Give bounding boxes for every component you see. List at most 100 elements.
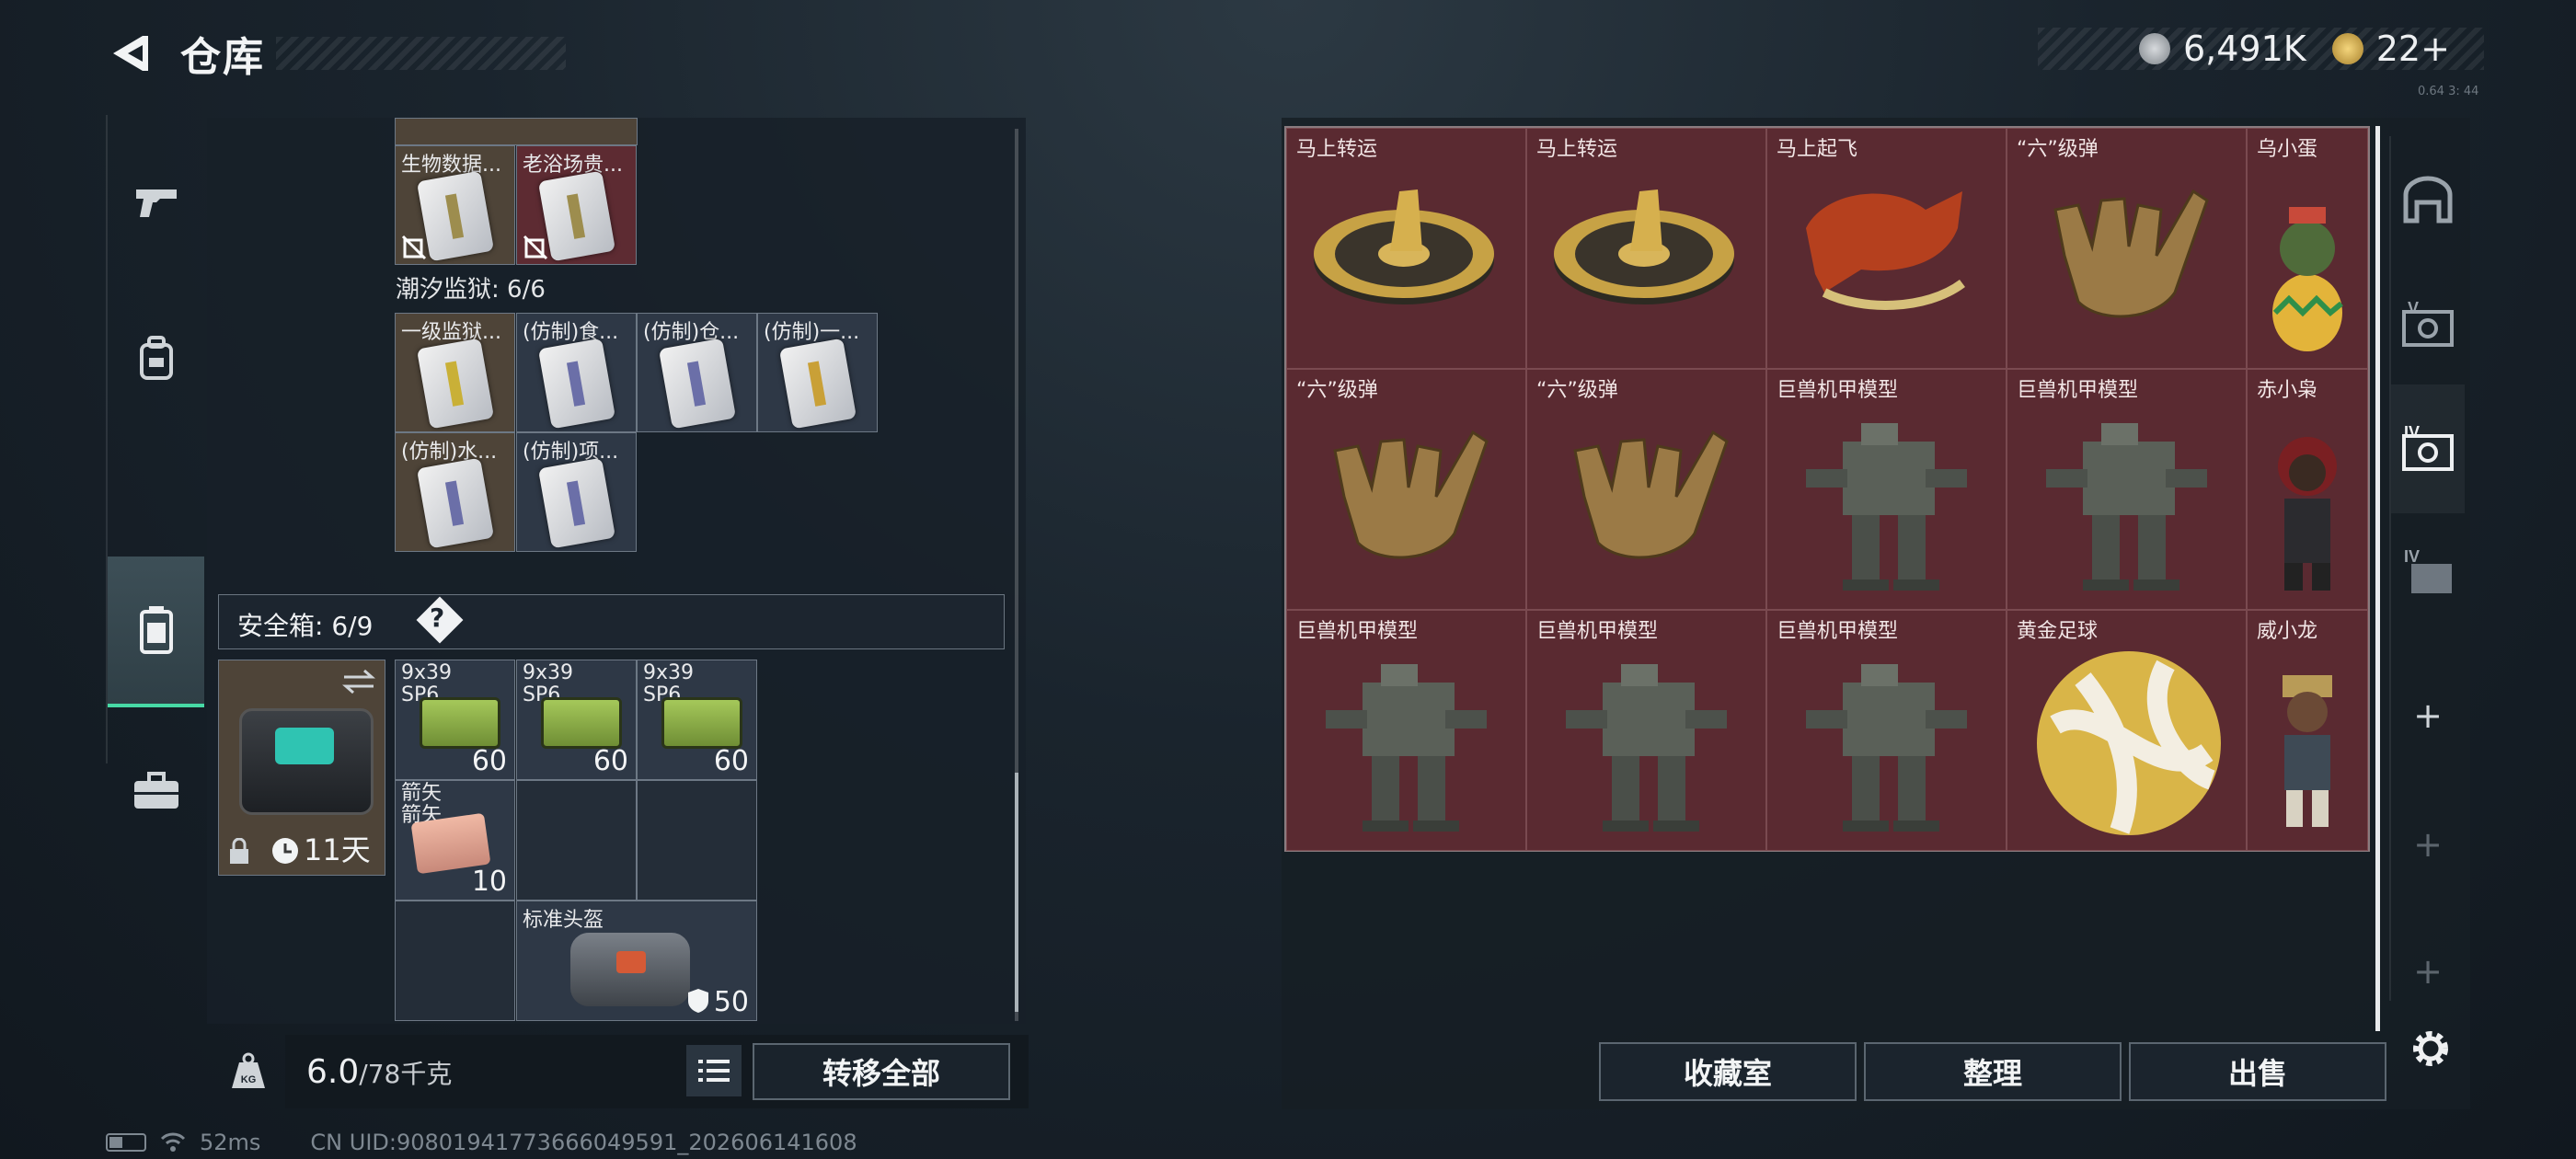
back-button[interactable] <box>101 26 156 81</box>
settings-button[interactable] <box>2403 1021 2458 1076</box>
collection-item-label: 黄金足球 <box>2017 620 2099 643</box>
collection-item[interactable]: 威小龙 <box>2247 610 2368 851</box>
mech-icon <box>1307 655 1501 843</box>
collection-item-label: 巨兽机甲模型 <box>2017 379 2139 402</box>
collection-item-label: 乌小蛋 <box>2257 138 2318 161</box>
safe-box-item[interactable]: 11天 <box>218 660 385 876</box>
collection-item[interactable]: 乌小蛋 <box>2247 128 2368 369</box>
collection-item[interactable]: 巨兽机甲模型 <box>1286 610 1526 851</box>
figure2-icon <box>2257 657 2358 844</box>
coin-icon <box>1307 173 1501 315</box>
weight-max: /78千克 <box>359 1059 453 1089</box>
figure-icon <box>2257 416 2358 603</box>
empty-slot[interactable] <box>516 780 637 901</box>
battery-icon <box>106 1133 146 1152</box>
ammo-item[interactable]: 9x39 SP6 60 <box>637 660 757 780</box>
collection-item-label: 马上起飞 <box>1777 138 1858 161</box>
prison-item[interactable]: (仿制)仓... <box>637 313 757 432</box>
svg-text:IV: IV <box>2404 547 2420 566</box>
collection-item[interactable]: “六”级弹 <box>2007 128 2247 369</box>
collection-item[interactable]: “六”级弹 <box>1526 369 1766 610</box>
right-tab-bar: V IV IV + + + <box>2389 136 2465 1001</box>
collection-item-label: 马上转运 <box>1536 138 1618 161</box>
item-bio-data[interactable]: 生物数据... <box>395 145 515 265</box>
stash-scrollbar-thumb[interactable] <box>1015 773 1018 1012</box>
collection-item[interactable]: 巨兽机甲模型 <box>1766 369 2007 610</box>
collection-item[interactable]: 巨兽机甲模型 <box>1766 610 2007 851</box>
uid-text: CN UID:908019417736660495​91_20260614160… <box>310 1130 857 1155</box>
collection-item-label: 巨兽机甲模型 <box>1777 620 1899 643</box>
collection-room-button[interactable]: 收藏室 <box>1599 1042 1857 1101</box>
add-tab-button[interactable]: + <box>2391 907 2465 1036</box>
tab-backpack[interactable] <box>108 308 204 409</box>
tab-base[interactable] <box>2391 136 2465 265</box>
silver-amount: 6,491K <box>2183 29 2306 69</box>
prison-item[interactable]: 一级监狱... <box>395 313 515 432</box>
collection-item-label: “六”级弹 <box>1296 379 1378 402</box>
add-tab-button[interactable]: + <box>2391 780 2465 909</box>
ammo-box-icon <box>541 697 622 749</box>
weight-readout: 6.0/78千克 <box>306 1053 452 1091</box>
sort-button[interactable]: 整理 <box>1864 1042 2122 1101</box>
collection-item[interactable]: “六”级弹 <box>1286 369 1526 610</box>
ammo-item[interactable]: 9x39 SP6 60 <box>516 660 637 780</box>
prison-item[interactable]: (仿制)项... <box>516 432 637 552</box>
tab-case[interactable] <box>108 740 204 842</box>
prison-item[interactable]: (仿制)食... <box>516 313 637 432</box>
tab-container[interactable] <box>108 557 204 707</box>
tab-display-4[interactable]: IV <box>2391 384 2465 513</box>
arrow-item[interactable]: 箭矢 箭矢 10 <box>395 780 515 901</box>
ping-text: 52ms <box>200 1130 261 1155</box>
helmet-item[interactable]: 标准头盔 50 <box>516 901 757 1021</box>
mech-icon <box>1788 414 1981 602</box>
empty-slot[interactable] <box>637 780 757 901</box>
transfer-all-button[interactable]: 转移全部 <box>753 1043 1010 1100</box>
list-view-button[interactable] <box>686 1045 742 1096</box>
left-tab-bar <box>106 115 204 809</box>
hand-icon <box>1307 414 1501 574</box>
gear-icon <box>2413 1031 2448 1066</box>
collection-item[interactable]: 巨兽机甲模型 <box>2007 369 2247 610</box>
collection-item[interactable]: 马上转运 <box>1286 128 1526 369</box>
hand-icon <box>2028 173 2221 333</box>
collection-item-label: “六”级弹 <box>2017 138 2099 161</box>
collection-item-label: 马上转运 <box>1296 138 1378 161</box>
collection-item[interactable]: 黄金足球 <box>2007 610 2247 851</box>
item-old-bathhouse[interactable]: 老浴场贵... <box>516 145 637 265</box>
card-item-icon <box>778 338 857 430</box>
collection-item-label: 威小龙 <box>2257 620 2318 643</box>
mech-icon <box>2028 414 2221 602</box>
collection-item[interactable]: 巨兽机甲模型 <box>1526 610 1766 851</box>
horse-icon <box>1788 173 1981 324</box>
backpack-icon <box>139 336 173 380</box>
lock-icon <box>230 838 248 864</box>
back-arrow-icon <box>113 36 148 71</box>
safe-box-image <box>239 708 374 815</box>
collection-item[interactable]: 赤小枭 <box>2247 369 2368 610</box>
collection-item-label: 巨兽机甲模型 <box>1296 620 1419 643</box>
collection-item[interactable]: 马上起飞 <box>1766 128 2007 369</box>
shield-icon <box>688 989 708 1013</box>
tab-firearms[interactable] <box>108 152 204 253</box>
empty-slot[interactable] <box>395 901 515 1021</box>
svg-text:V: V <box>2408 299 2419 317</box>
silver-coin-icon <box>2139 33 2170 64</box>
ammo-item[interactable]: 9x39 SP6 60 <box>395 660 515 780</box>
tab-display-4b[interactable]: IV <box>2391 509 2465 637</box>
add-tab-button[interactable]: + <box>2391 651 2465 780</box>
tab-display-5[interactable]: V <box>2391 260 2465 389</box>
showcase-v-icon: V <box>2402 299 2454 347</box>
sell-button[interactable]: 出售 <box>2129 1042 2386 1101</box>
card-item-icon <box>416 457 495 549</box>
safe-box-header: 安全箱: 6/9 <box>218 594 1005 649</box>
collection-item[interactable]: 马上转运 <box>1526 128 1766 369</box>
ball-icon <box>2028 642 2230 848</box>
collection-scrollbar-thumb[interactable] <box>2375 126 2380 1031</box>
help-icon: ? <box>430 602 445 633</box>
currency-bar: 6,491K 22+ <box>2038 28 2484 70</box>
prison-item[interactable]: (仿制)一... <box>757 313 878 432</box>
pistol-icon <box>135 189 177 217</box>
weight-current: 6.0 <box>306 1053 360 1091</box>
prison-item[interactable]: (仿制)水... <box>395 432 515 552</box>
mech-icon <box>1788 655 1981 843</box>
